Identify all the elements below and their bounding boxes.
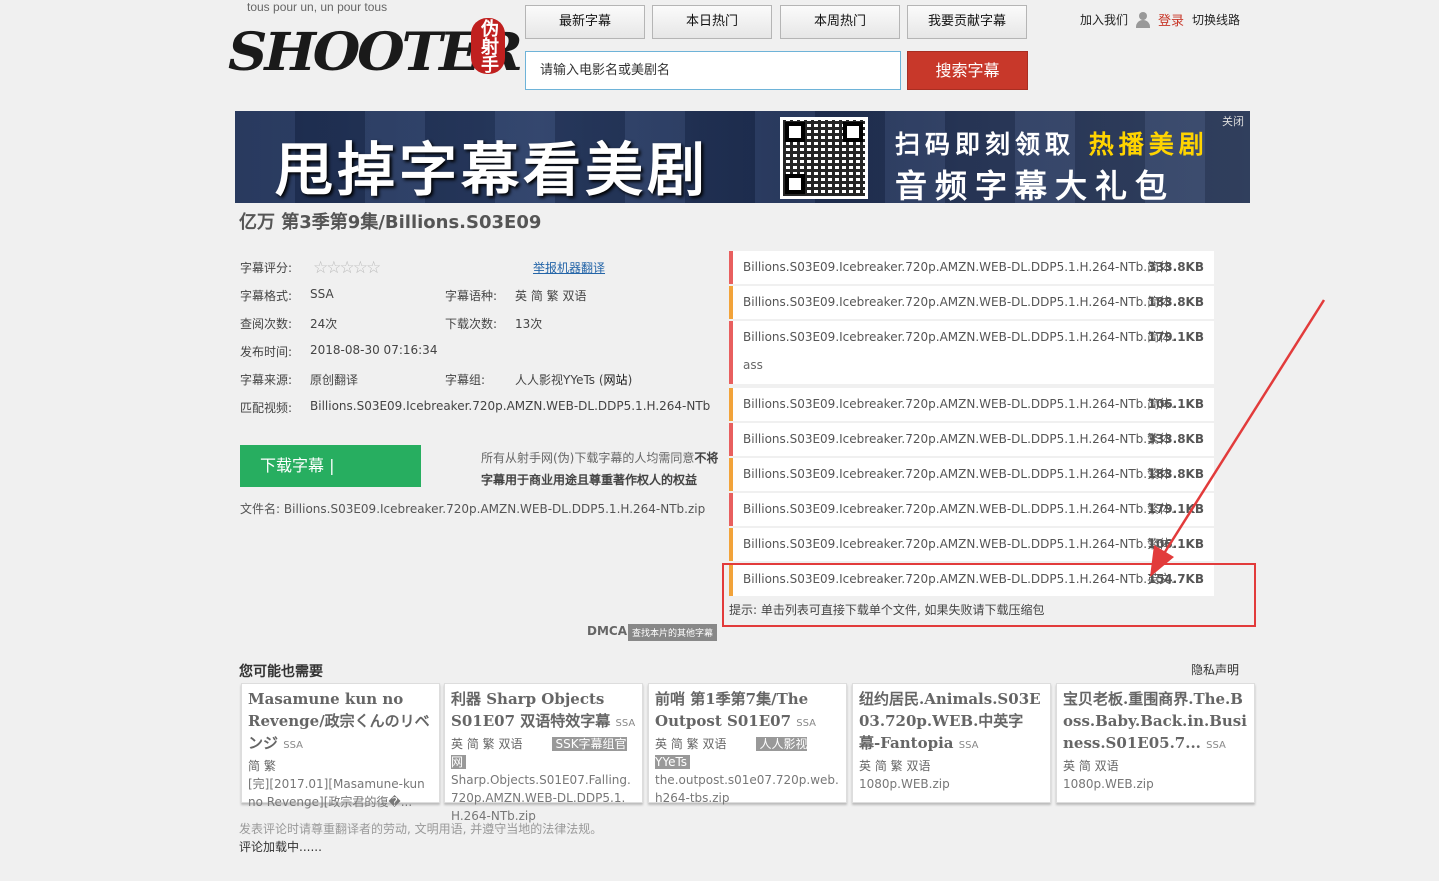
search-input[interactable]: 请输入电影名或美剧名 xyxy=(525,51,901,90)
date-label: 发布时间: xyxy=(240,345,293,359)
dmca-link[interactable]: DMCA xyxy=(587,624,627,638)
related-card[interactable]: 宝贝老板.重围商界.The.Boss.Baby.Back.in.Business… xyxy=(1056,683,1255,803)
user-icon xyxy=(1136,11,1151,28)
views-value: 24次 xyxy=(310,317,338,331)
comments-loading: 评论加载中...... xyxy=(239,840,322,854)
match-value: Billions.S03E09.Icebreaker.720p.AMZN.WEB… xyxy=(310,399,711,413)
annotation-arrow xyxy=(1150,299,1326,577)
banner-line1: 扫码即刻领取 热播美剧 xyxy=(895,130,1209,159)
language-value: 英 简 繁 双语 xyxy=(515,289,587,303)
source-value: 原创翻译 xyxy=(310,373,359,387)
related-card[interactable]: 前哨 第1季第7集/The Outpost S01E07 SSA 英 简 繁 双… xyxy=(648,683,847,805)
site-logo[interactable]: SHOOTER 伪射手 xyxy=(228,14,523,84)
download-subtitle-button[interactable]: 下载字幕 | xyxy=(240,445,421,487)
views-label: 查阅次数: xyxy=(240,317,293,331)
nav-daily-hot[interactable]: 本日热门 xyxy=(652,5,772,39)
group-label: 字幕组: xyxy=(445,373,486,387)
group-value: 人人影视YYeTs (网站) xyxy=(515,373,633,387)
downloads-value: 13次 xyxy=(515,317,543,331)
related-card[interactable]: 纽约居民.Animals.S03E03.720p.WEB.中英字幕-Fantop… xyxy=(852,683,1051,803)
nav-contribute[interactable]: 我要贡献字幕 xyxy=(907,5,1027,39)
group-site-link[interactable]: 网站 xyxy=(604,373,628,387)
rating-label: 字幕评分: xyxy=(240,261,293,275)
search-button[interactable]: 搜索字幕 xyxy=(907,51,1028,90)
file-item[interactable]: Billions.S03E09.Icebreaker.720p.AMZN.WEB… xyxy=(729,251,1214,284)
join-us-link[interactable]: 加入我们 xyxy=(1080,11,1128,28)
file-name: Billions.S03E09.Icebreaker.720p.AMZN.WEB… xyxy=(743,330,1175,344)
related-section-title: 您可能也需要 xyxy=(239,664,323,680)
file-name: Billions.S03E09.Icebreaker.720p.AMZN.WEB… xyxy=(743,467,1172,481)
file-size: 333.8KB xyxy=(1147,260,1204,274)
zip-filename: 文件名: Billions.S03E09.Icebreaker.720p.AMZ… xyxy=(240,502,706,516)
comment-rules: 发表评论时请尊重翻译者的劳动, 文明用语, 并遵守当地的法律法规。 xyxy=(239,822,603,836)
site-tagline: tous pour un, un pour tous xyxy=(247,0,388,14)
file-extension: ass xyxy=(743,358,763,372)
banner-line2: 音频字幕大礼包 xyxy=(895,167,1176,203)
page-title: 亿万 第3季第9集/Billions.S03E09 xyxy=(239,212,542,233)
file-name: Billions.S03E09.Icebreaker.720p.AMZN.WEB… xyxy=(743,432,1172,446)
date-value: 2018-08-30 07:16:34 xyxy=(310,343,438,357)
format-value: SSA xyxy=(310,287,334,301)
format-label: 字幕格式: xyxy=(240,289,293,303)
nav-weekly-hot[interactable]: 本周热门 xyxy=(780,5,900,39)
find-other-subtitles-tag[interactable]: 查找本片的其他字幕 xyxy=(628,624,718,641)
privacy-link[interactable]: 隐私声明 xyxy=(1191,661,1239,678)
download-notice: 所有从射手网(伪)下载字幕的人均需同意不将字幕用于商业用途且尊重著作权人的权益 xyxy=(481,451,719,487)
file-name: Billions.S03E09.Icebreaker.720p.AMZN.WEB… xyxy=(743,502,1175,516)
report-machine-translation-link[interactable]: 举报机器翻译 xyxy=(533,259,605,276)
language-label: 字幕语种: xyxy=(445,289,498,303)
top-links: 加入我们 登录 切换线路 xyxy=(1080,10,1248,29)
login-link[interactable]: 登录 xyxy=(1158,10,1184,29)
match-label: 匹配视频: xyxy=(240,401,293,415)
file-name: Billions.S03E09.Icebreaker.720p.AMZN.WEB… xyxy=(743,260,1172,274)
switch-line-link[interactable]: 切换线路 xyxy=(1192,11,1240,28)
qr-code xyxy=(780,117,868,199)
rating-stars[interactable]: ☆☆☆☆☆ xyxy=(313,258,381,278)
related-card[interactable]: 利器 Sharp Objects S01E07 双语特效字幕 SSA 英 简 繁… xyxy=(444,683,643,823)
file-name: Billions.S03E09.Icebreaker.720p.AMZN.WEB… xyxy=(743,397,1175,411)
source-label: 字幕来源: xyxy=(240,373,293,387)
downloads-label: 下载次数: xyxy=(445,317,498,331)
banner-title: 甩掉字幕看美剧 xyxy=(275,136,710,203)
related-card[interactable]: Masamune kun no Revenge/政宗くんのリベンジ SSA 简 … xyxy=(241,683,440,809)
ad-banner[interactable]: 甩掉字幕看美剧 扫码即刻领取 热播美剧 音频字幕大礼包 关闭 xyxy=(235,111,1250,203)
file-name: Billions.S03E09.Icebreaker.720p.AMZN.WEB… xyxy=(743,295,1172,309)
file-name: Billions.S03E09.Icebreaker.720p.AMZN.WEB… xyxy=(743,537,1175,551)
logo-seal: 伪射手 xyxy=(471,18,505,74)
nav-latest-subtitles[interactable]: 最新字幕 xyxy=(525,5,645,39)
banner-close-button[interactable]: 关闭 xyxy=(1222,113,1244,129)
